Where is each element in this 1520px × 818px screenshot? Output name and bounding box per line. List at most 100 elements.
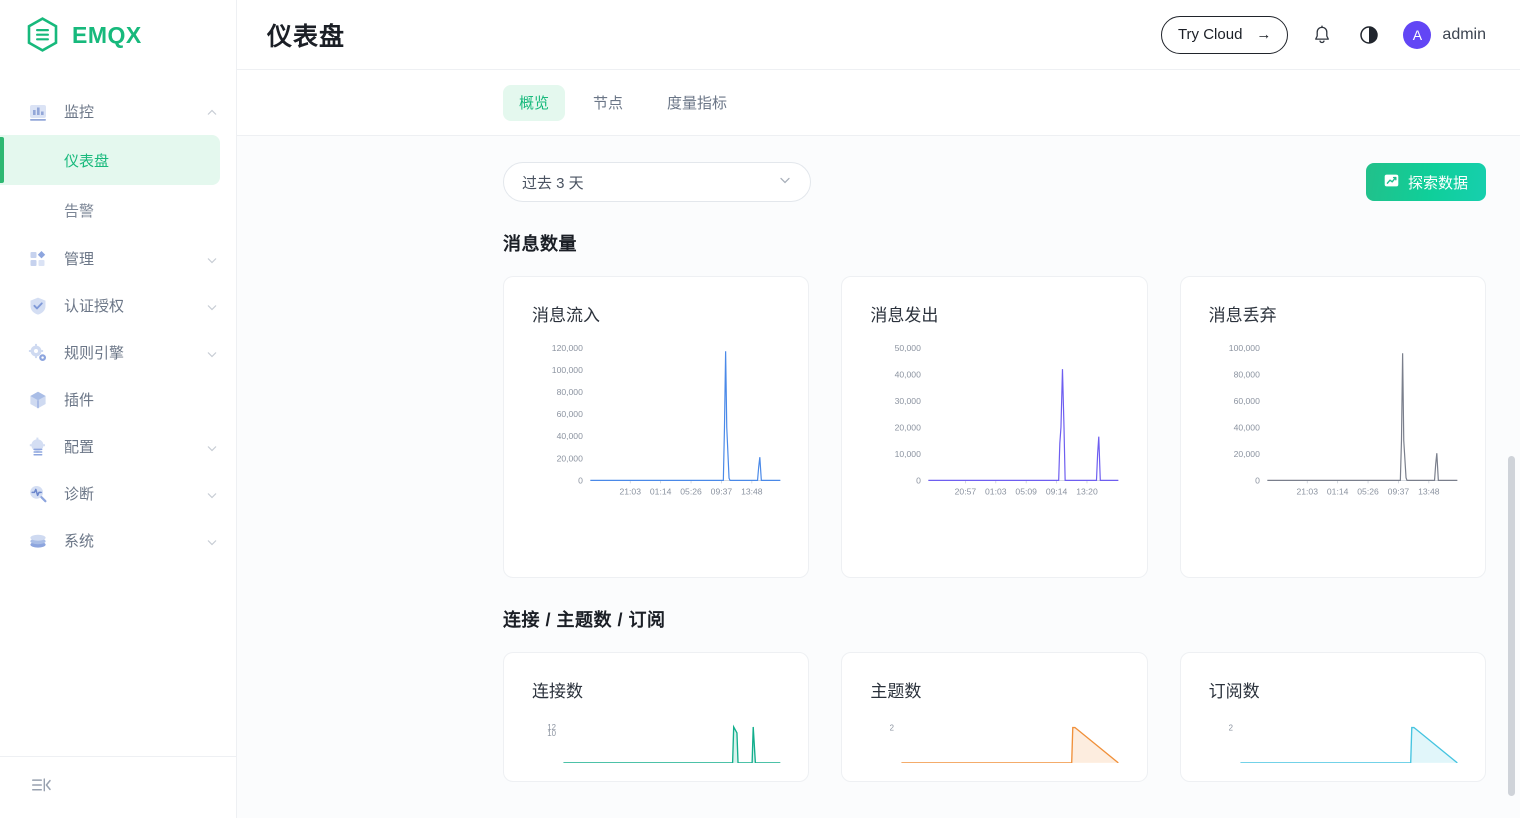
svg-text:0: 0 bbox=[578, 475, 583, 485]
emqx-hexagon-logo-icon bbox=[26, 17, 59, 53]
chevron-down-icon bbox=[778, 173, 792, 191]
svg-text:20,000: 20,000 bbox=[557, 453, 584, 463]
svg-text:2: 2 bbox=[1228, 724, 1232, 733]
stack-layers-icon bbox=[26, 529, 50, 553]
chart-card-messages-out: 消息发出 010,00020,00030,00040,00050,00020:5… bbox=[841, 276, 1147, 578]
main-area: 仪表盘 Try Cloud → bbox=[237, 0, 1520, 818]
sidebar-item-label: 监控 bbox=[64, 101, 206, 122]
sidebar-item-label: 诊断 bbox=[64, 483, 206, 504]
chart-messages-in[interactable]: 020,00040,00060,00080,000100,000120,0002… bbox=[532, 342, 786, 508]
chart-title: 连接数 bbox=[532, 677, 786, 702]
svg-text:100,000: 100,000 bbox=[552, 365, 583, 375]
svg-text:05:26: 05:26 bbox=[680, 487, 702, 497]
username-label: admin bbox=[1442, 26, 1486, 44]
chart-topics[interactable]: 2 bbox=[870, 718, 1124, 768]
sidebar-item-label: 认证授权 bbox=[64, 295, 206, 316]
svg-text:2: 2 bbox=[890, 724, 894, 733]
sidebar-collapse-icon[interactable] bbox=[30, 775, 52, 800]
chart-title: 消息丢弃 bbox=[1209, 301, 1463, 326]
svg-text:80,000: 80,000 bbox=[557, 387, 584, 397]
svg-text:20:57: 20:57 bbox=[955, 487, 977, 497]
svg-text:01:14: 01:14 bbox=[650, 487, 672, 497]
content-scroll-area[interactable]: 过去 3 天 探索数据 bbox=[237, 136, 1520, 818]
chart-card-connections: 连接数 1012 bbox=[503, 652, 809, 782]
chevron-down-icon bbox=[206, 300, 218, 312]
sidebar-item-auth[interactable]: 认证授权 bbox=[0, 282, 236, 329]
svg-text:20,000: 20,000 bbox=[1233, 449, 1260, 459]
chart-card-topics: 主题数 2 bbox=[841, 652, 1147, 782]
chevron-down-icon bbox=[206, 253, 218, 265]
notification-bell-icon[interactable] bbox=[1309, 22, 1335, 48]
pulse-magnifier-icon bbox=[26, 482, 50, 506]
svg-text:20,000: 20,000 bbox=[895, 422, 922, 432]
connections-card-row: 连接数 1012 主题数 2 订阅数 2 bbox=[503, 652, 1486, 782]
svg-text:13:48: 13:48 bbox=[1418, 487, 1440, 497]
svg-text:12: 12 bbox=[547, 723, 556, 732]
chart-messages-out[interactable]: 010,00020,00030,00040,00050,00020:5701:0… bbox=[870, 342, 1124, 508]
sidebar-item-dashboard[interactable]: 仪表盘 bbox=[0, 135, 220, 185]
tab-nodes[interactable]: 节点 bbox=[577, 85, 639, 121]
svg-text:13:48: 13:48 bbox=[741, 487, 763, 497]
svg-text:09:37: 09:37 bbox=[711, 487, 733, 497]
topbar: 仪表盘 Try Cloud → bbox=[237, 0, 1520, 70]
nav-group-monitor: 监控 仪表盘 告警 bbox=[0, 88, 236, 235]
sidebar-item-plugins[interactable]: 插件 bbox=[0, 376, 236, 423]
section-title-messages: 消息数量 bbox=[503, 230, 1486, 256]
chart-messages-dropped[interactable]: 020,00040,00060,00080,000100,00021:0301:… bbox=[1209, 342, 1463, 508]
sidebar-item-label: 规则引擎 bbox=[64, 342, 206, 363]
chevron-up-icon bbox=[206, 106, 218, 118]
try-cloud-button[interactable]: Try Cloud → bbox=[1161, 16, 1288, 54]
monitor-chart-icon bbox=[26, 100, 50, 124]
sidebar: EMQX 监控 bbox=[0, 0, 237, 818]
svg-text:80,000: 80,000 bbox=[1233, 369, 1260, 379]
chevron-down-icon bbox=[206, 347, 218, 359]
svg-text:30,000: 30,000 bbox=[895, 396, 922, 406]
arrow-right-icon: → bbox=[1256, 26, 1271, 43]
sidebar-item-label: 配置 bbox=[64, 436, 206, 457]
app-root: EMQX 监控 bbox=[0, 0, 1520, 818]
chart-connections[interactable]: 1012 bbox=[532, 718, 786, 768]
sidebar-item-monitor[interactable]: 监控 bbox=[0, 88, 236, 135]
brand[interactable]: EMQX bbox=[0, 0, 236, 70]
svg-text:09:14: 09:14 bbox=[1046, 487, 1068, 497]
sidebar-item-rule-engine[interactable]: 规则引擎 bbox=[0, 329, 236, 376]
page-title: 仪表盘 bbox=[267, 17, 345, 53]
settings-gear-icon bbox=[26, 435, 50, 459]
sidebar-item-management[interactable]: 管理 bbox=[0, 235, 236, 282]
sidebar-item-alarm[interactable]: 告警 bbox=[0, 185, 220, 235]
vertical-scrollbar[interactable] bbox=[1508, 206, 1516, 818]
sidebar-item-system[interactable]: 系统 bbox=[0, 517, 236, 564]
chevron-down-icon bbox=[206, 488, 218, 500]
sidebar-item-diagnostics[interactable]: 诊断 bbox=[0, 470, 236, 517]
chart-subscriptions[interactable]: 2 bbox=[1209, 718, 1463, 768]
svg-text:05:26: 05:26 bbox=[1357, 487, 1379, 497]
time-range-select[interactable]: 过去 3 天 bbox=[503, 162, 811, 202]
try-cloud-label: Try Cloud bbox=[1178, 26, 1242, 43]
chevron-down-icon bbox=[206, 441, 218, 453]
svg-text:40,000: 40,000 bbox=[557, 431, 584, 441]
explore-data-label: 探索数据 bbox=[1408, 172, 1468, 193]
scrollbar-thumb[interactable] bbox=[1508, 456, 1515, 796]
tab-overview[interactable]: 概览 bbox=[503, 85, 565, 121]
brand-name: EMQX bbox=[72, 22, 142, 49]
topbar-actions: Try Cloud → A bbox=[1161, 16, 1486, 54]
tab-label: 节点 bbox=[593, 92, 623, 113]
section-title-connections: 连接 / 主题数 / 订阅 bbox=[503, 606, 1486, 632]
sidebar-item-configuration[interactable]: 配置 bbox=[0, 423, 236, 470]
tab-metrics[interactable]: 度量指标 bbox=[651, 85, 743, 121]
avatar: A bbox=[1403, 21, 1431, 49]
chart-title: 消息发出 bbox=[870, 301, 1124, 326]
svg-text:50,000: 50,000 bbox=[895, 343, 922, 353]
svg-text:120,000: 120,000 bbox=[552, 343, 583, 353]
svg-text:100,000: 100,000 bbox=[1228, 343, 1259, 353]
theme-contrast-icon[interactable] bbox=[1356, 22, 1382, 48]
chart-title: 消息流入 bbox=[532, 301, 786, 326]
user-menu[interactable]: A admin bbox=[1403, 21, 1486, 49]
explore-data-button[interactable]: 探索数据 bbox=[1366, 163, 1486, 201]
sidebar-footer bbox=[0, 756, 236, 818]
svg-text:0: 0 bbox=[1255, 475, 1260, 485]
chart-card-messages-dropped: 消息丢弃 020,00040,00060,00080,000100,00021:… bbox=[1180, 276, 1486, 578]
sidebar-item-label: 系统 bbox=[64, 530, 206, 551]
tab-label: 度量指标 bbox=[667, 92, 727, 113]
sidebar-item-label: 管理 bbox=[64, 248, 206, 269]
